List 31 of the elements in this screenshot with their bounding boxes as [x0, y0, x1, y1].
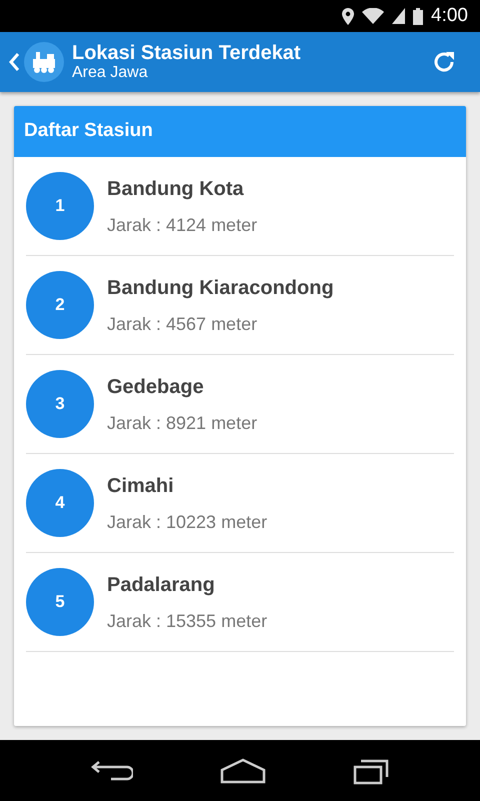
station-name: Cimahi	[107, 474, 175, 498]
station-name: Bandung Kota	[107, 176, 245, 202]
station-row[interactable]: 5 Padalarang Jarak : 15355 meter	[26, 553, 454, 652]
location-icon	[342, 8, 354, 24]
station-distance: Jarak : 15355 meter	[107, 610, 268, 632]
station-distance: Jarak : 10223 meter	[107, 510, 268, 534]
signal-icon	[392, 8, 406, 24]
app-subtitle: Area Jawa	[72, 64, 149, 82]
app-title: Lokasi Stasiun Terdekat	[72, 42, 302, 64]
station-distance: Jarak : 8921 meter	[107, 412, 258, 434]
clock-time: 4:00	[431, 4, 468, 28]
station-number: 5	[26, 568, 94, 636]
station-distance: Jarak : 4124 meter	[107, 214, 258, 236]
station-name: Padalarang	[107, 572, 216, 598]
station-row[interactable]: 4 Cimahi Jarak : 10223 meter	[26, 454, 454, 553]
station-name: Gedebage	[107, 374, 205, 400]
station-row[interactable]: 3 Gedebage Jarak : 8921 meter	[26, 355, 454, 454]
station-name: Bandung Kiaracondong	[107, 276, 334, 300]
station-distance: Jarak : 4567 meter	[107, 312, 258, 336]
card-title: Daftar Stasiun	[14, 106, 466, 157]
refresh-icon[interactable]	[432, 50, 456, 74]
station-row[interactable]: 2 Bandung Kiaracondong Jarak : 4567 meter	[26, 256, 454, 355]
battery-icon	[413, 8, 424, 24]
home-icon[interactable]	[220, 758, 266, 784]
train-icon	[24, 42, 64, 82]
station-row[interactable]: 1 Bandung Kota Jarak : 4124 meter	[26, 157, 454, 256]
wifi-icon	[362, 8, 384, 24]
station-number: 3	[26, 370, 94, 438]
station-number: 4	[26, 469, 94, 537]
station-number: 2	[26, 271, 94, 339]
station-number: 1	[26, 172, 94, 240]
